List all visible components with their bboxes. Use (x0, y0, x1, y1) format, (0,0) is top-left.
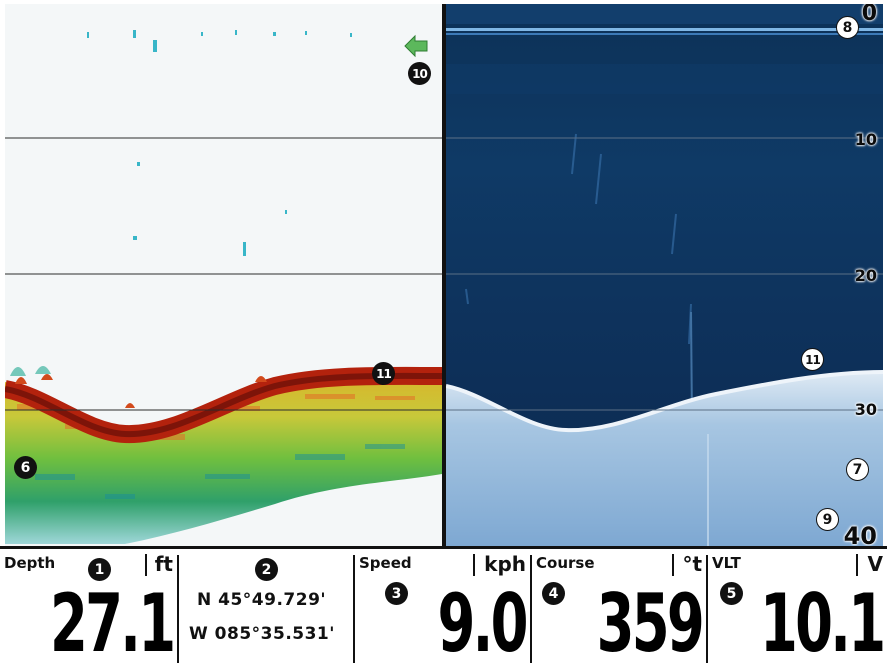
depth-tick-10: 10 (854, 130, 877, 149)
fish-finder-screen: 10 11 6 0 10 20 30 40 8 11 7 9 Depth ft … (0, 0, 887, 664)
frame-top (0, 0, 887, 4)
callout-position: 2 (255, 558, 278, 581)
callout-voltage: 5 (720, 582, 743, 605)
course-value: 359 (596, 577, 705, 670)
speed-value: 9.0 (437, 577, 529, 670)
callout-speed: 3 (385, 582, 408, 605)
callout-fish-arrow: 10 (408, 62, 431, 85)
speed-unit: kph (484, 552, 526, 576)
depth-tick-40: 40 (843, 522, 877, 546)
frame-left (0, 0, 5, 546)
callout-course: 4 (542, 582, 565, 605)
voltage-readout: VLT V 5 10.1 (708, 552, 887, 664)
bottom-return-2d (5, 366, 442, 544)
depth-tick-0: 0 (861, 4, 877, 26)
course-readout: Course °t 4 359 (532, 552, 706, 664)
voltage-label: VLT (712, 554, 741, 572)
speed-label: Speed (359, 554, 412, 572)
depth-readout: Depth ft 27.1 1 (0, 552, 177, 664)
fish-arrow-icon (404, 34, 428, 58)
surface-clutter (446, 4, 883, 24)
depth-tick-30: 30 (854, 400, 877, 419)
longitude-value: W 085°35.531' (189, 624, 335, 644)
voltage-value: 10.1 (759, 577, 886, 670)
speed-readout: Speed kph 3 9.0 (355, 552, 530, 664)
position-readout: 2 N 45°49.729' W 085°35.531' (179, 552, 353, 660)
sonar-2d-view: 10 11 6 (5, 4, 442, 546)
depth-tick-20: 20 (854, 266, 877, 285)
depth-unit: ft (154, 552, 173, 576)
callout-down-imaging-bottom: 7 (846, 458, 869, 481)
callout-depth: 1 (88, 558, 111, 581)
callout-sonar-2d-bottom: 6 (14, 456, 37, 479)
voltage-unit: V (867, 552, 883, 576)
depth-label: Depth (4, 554, 56, 572)
unit-divider (473, 554, 475, 576)
course-unit: °t (682, 552, 702, 576)
unit-divider (672, 554, 674, 576)
unit-divider (856, 554, 858, 576)
down-imaging-view: 0 10 20 30 40 8 11 7 9 (446, 4, 883, 546)
digital-readout-bar: Depth ft 27.1 1 2 N 45°49.729' W 085°35.… (0, 546, 887, 664)
depth-value: 27.1 (49, 577, 176, 670)
unit-divider (145, 554, 147, 576)
callout-bottom-return-2d: 11 (372, 362, 395, 385)
frame-right (883, 0, 887, 546)
callout-depth-scale: 9 (816, 508, 839, 531)
callout-bottom-return-di: 11 (801, 348, 824, 371)
latitude-value: N 45°49.729' (197, 590, 327, 610)
course-label: Course (536, 554, 595, 572)
callout-surface-clutter: 8 (836, 16, 859, 39)
water-column-clutter (87, 30, 352, 256)
